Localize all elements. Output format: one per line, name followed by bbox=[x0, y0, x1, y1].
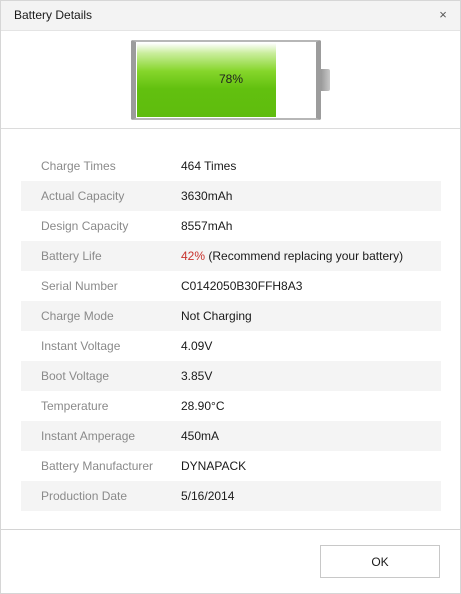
detail-row-production-date: Production Date 5/16/2014 bbox=[21, 481, 441, 511]
detail-label: Instant Voltage bbox=[41, 339, 121, 353]
detail-label: Battery Life bbox=[41, 249, 102, 263]
detail-row-instant-voltage: Instant Voltage 4.09V bbox=[21, 331, 441, 361]
detail-value: 28.90°C bbox=[181, 399, 225, 413]
dialog-footer: OK bbox=[1, 529, 460, 593]
battery-life-percent: 42% bbox=[181, 249, 206, 263]
detail-row-charge-times: Charge Times 464 Times bbox=[21, 151, 441, 181]
title-bar: Battery Details × bbox=[1, 1, 460, 31]
detail-label: Design Capacity bbox=[41, 219, 129, 233]
detail-label: Actual Capacity bbox=[41, 189, 125, 203]
detail-value: 3.85V bbox=[181, 369, 213, 383]
detail-value: 5/16/2014 bbox=[181, 489, 235, 503]
detail-row-actual-capacity: Actual Capacity 3630mAh bbox=[21, 181, 441, 211]
battery-header: 78% bbox=[1, 32, 460, 129]
detail-row-battery-manufacturer: Battery Manufacturer DYNAPACK bbox=[21, 451, 441, 481]
detail-row-instant-amperage: Instant Amperage 450mA bbox=[21, 421, 441, 451]
detail-label: Battery Manufacturer bbox=[41, 459, 154, 473]
detail-label: Serial Number bbox=[41, 279, 118, 293]
detail-value: 8557mAh bbox=[181, 219, 233, 233]
detail-value: DYNAPACK bbox=[181, 459, 247, 473]
close-icon[interactable]: × bbox=[435, 7, 451, 23]
detail-label: Boot Voltage bbox=[41, 369, 110, 383]
detail-value: 464 Times bbox=[181, 159, 237, 173]
detail-value: 42% (Recommend replacing your battery) bbox=[181, 249, 403, 263]
detail-row-boot-voltage: Boot Voltage 3.85V bbox=[21, 361, 441, 391]
ok-button[interactable]: OK bbox=[320, 545, 440, 578]
detail-value: 4.09V bbox=[181, 339, 213, 353]
detail-row-charge-mode: Charge Mode Not Charging bbox=[21, 301, 441, 331]
detail-value: 450mA bbox=[181, 429, 220, 443]
detail-row-temperature: Temperature 28.90°C bbox=[21, 391, 441, 421]
details-table: Charge Times 464 Times Actual Capacity 3… bbox=[21, 151, 441, 511]
battery-life-note: (Recommend replacing your battery) bbox=[205, 249, 404, 263]
detail-label: Instant Amperage bbox=[41, 429, 136, 443]
detail-row-battery-life: Battery Life 42% (Recommend replacing yo… bbox=[21, 241, 441, 271]
detail-value: 3630mAh bbox=[181, 189, 233, 203]
detail-label: Charge Times bbox=[41, 159, 116, 173]
detail-row-serial-number: Serial Number C0142050B30FFH8A3 bbox=[21, 271, 441, 301]
battery-details-dialog: Battery Details × 78% Charge Times 464 T… bbox=[0, 0, 461, 594]
detail-row-design-capacity: Design Capacity 8557mAh bbox=[21, 211, 441, 241]
window-title: Battery Details bbox=[14, 8, 93, 22]
battery-percent: 78% bbox=[218, 72, 244, 86]
detail-value: Not Charging bbox=[181, 309, 252, 323]
detail-value: C0142050B30FFH8A3 bbox=[181, 279, 303, 293]
detail-label: Charge Mode bbox=[41, 309, 114, 323]
detail-label: Production Date bbox=[41, 489, 128, 503]
detail-label: Temperature bbox=[41, 399, 109, 413]
battery-icon: 78% bbox=[131, 40, 330, 120]
